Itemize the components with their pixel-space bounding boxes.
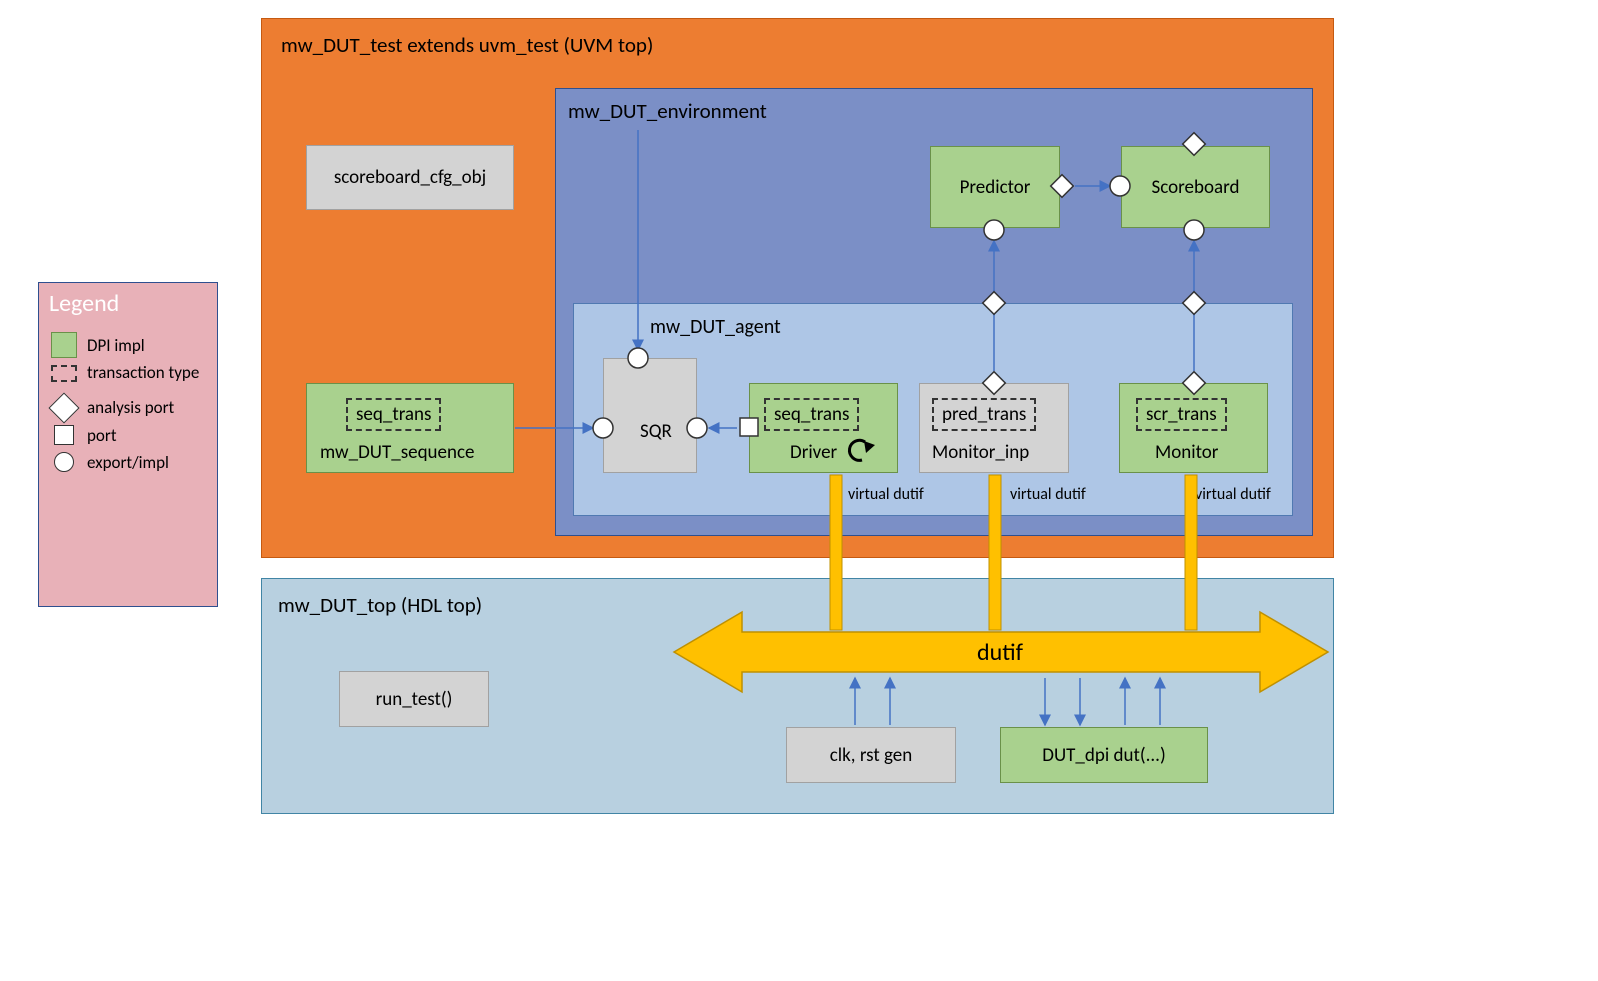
monitor-label: Monitor [1155,441,1218,464]
legend-title: Legend [39,283,217,326]
hdl-top-title: mw_DUT_top (HDL top) [278,592,482,618]
legend-export: export/impl [51,452,205,473]
legend-green-swatch [51,332,77,358]
legend-port: port [51,425,205,446]
predictor-label: Predictor [960,176,1031,199]
sequence-trans-label: seq_trans [356,403,431,426]
vdif-moninp: virtual dutif [1010,485,1086,504]
sqr-box [603,358,697,473]
agent-title: mw_DUT_agent [650,315,781,339]
legend-trans-type: transaction type [51,364,205,383]
monitor-inp-trans: pred_trans [932,398,1036,431]
legend-export-label: export/impl [87,452,169,473]
scoreboard-label: Scoreboard [1152,176,1240,199]
legend-panel: Legend DPI impl transaction type analysi… [38,282,218,607]
run-test-box: run_test() [339,671,489,727]
vdif-mon: virtual dutif [1195,485,1271,504]
dut-dpi-box: DUT_dpi dut(...) [1000,727,1208,783]
driver-label: Driver [790,441,837,464]
dut-dpi-label: DUT_dpi dut(...) [1042,744,1165,767]
driver-trans: seq_trans [764,398,859,431]
circle-icon [54,452,74,472]
legend-dashed-swatch [51,365,77,382]
monitor-trans: scr_trans [1136,398,1227,431]
predictor-box: Predictor [930,146,1060,228]
run-test-label: run_test() [376,688,453,711]
sequence-trans: seq_trans [346,398,441,431]
legend-trans-label: transaction type [87,364,199,383]
scoreboard-box: Scoreboard [1121,146,1270,228]
diamond-icon [48,392,79,423]
driver-trans-label: seq_trans [774,403,849,426]
legend-analysis-port: analysis port [51,397,205,419]
sqr-label: SQR [640,420,672,443]
legend-ap-label: analysis port [87,397,174,418]
vdif-driver: virtual dutif [848,485,924,504]
monitor-inp-label: Monitor_inp [932,441,1029,464]
scoreboard-cfg-label: scoreboard_cfg_obj [334,166,486,189]
monitor-trans-label: scr_trans [1146,403,1217,426]
monitor-inp-trans-label: pred_trans [942,403,1026,426]
square-icon [54,425,74,445]
clk-rst-label: clk, rst gen [830,744,912,767]
scoreboard-cfg-box: scoreboard_cfg_obj [306,145,514,210]
legend-port-label: port [87,425,117,446]
sequence-label: mw_DUT_sequence [320,441,474,464]
uvm-top-title: mw_DUT_test extends uvm_test (UVM top) [281,32,653,58]
legend-dpi: DPI impl [51,332,205,358]
legend-dpi-label: DPI impl [87,335,145,356]
env-title: mw_DUT_environment [568,98,767,124]
clk-rst-box: clk, rst gen [786,727,956,783]
